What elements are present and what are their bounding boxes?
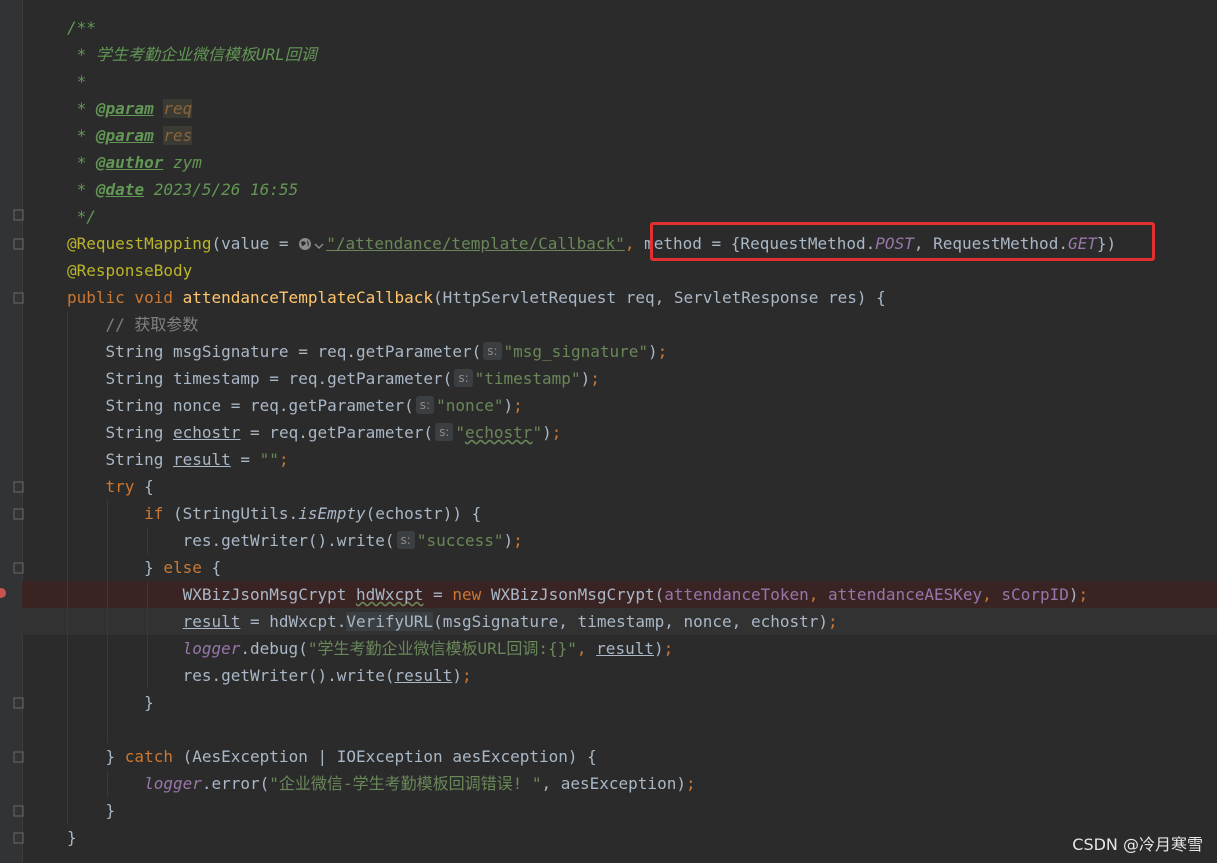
javadoc-close: */ [67,207,96,226]
code-line: if (StringUtils.isEmpty(echostr)) { [22,500,1217,527]
code-line: */ [22,203,1217,230]
code-line: } [22,797,1217,824]
code-line: } catch (AesException | IOException aesE… [22,743,1217,770]
code-line: String nonce = req.getParameter(s: "nonce… [22,392,1217,419]
code-line: @ResponseBody [22,257,1217,284]
javadoc-param-name: req [163,99,193,118]
code-line-request-mapping: @RequestMapping(value = "/attendance/tem… [22,230,1217,257]
code-line: /** [22,14,1217,41]
mapping-url[interactable]: "/attendance/template/Callback" [326,234,625,253]
breakpoint-icon[interactable] [0,588,6,598]
code-line: } else { [22,554,1217,581]
code-line: logger.error("企业微信-学生考勤模板回调错误! ", aesExc… [22,770,1217,797]
parameter-hint: s: [454,369,473,387]
code-line: } [22,689,1217,716]
watermark: CSDN @冷月寒雪 [1072,835,1203,854]
code-line-breakpoint: WXBizJsonMsgCrypt hdWxcpt = new WXBizJso… [22,581,1217,608]
code-line: * [22,68,1217,95]
code-line: res.getWriter().write(result); [22,662,1217,689]
javadoc-star: * [67,72,87,91]
javadoc-description: * 学生考勤企业微信模板URL回调 [67,45,317,64]
javadoc-date-tag: @date [95,180,145,199]
code-line [22,716,1217,743]
code-line: String timestamp = req.getParameter(s: "t… [22,365,1217,392]
code-line: } [67,828,77,847]
code-line: * @param req [67,99,193,118]
javadoc-author-tag: @author [95,153,164,172]
javadoc-param-tag: @param [95,99,154,118]
parameter-hint: s: [435,423,454,441]
chevron-down-icon[interactable] [314,232,324,259]
javadoc-param-name: res [163,126,193,145]
code-line: logger.debug("学生考勤企业微信模板URL回调:{}", resul… [22,635,1217,662]
code-line: res.getWriter().write(s: "success"); [22,527,1217,554]
parameter-hint: s: [396,531,415,549]
code-line: // 获取参数 [22,311,1217,338]
editor-gutter[interactable] [0,0,24,863]
response-body-annotation: @ResponseBody [67,261,193,280]
code-line: * @date 2023/5/26 16:55 [67,180,299,199]
method-name[interactable]: attendanceTemplateCallback [183,288,433,307]
code-line: * 学生考勤企业微信模板URL回调 [22,41,1217,68]
javadoc-author: zym [163,153,202,172]
code-line: String echostr = req.getParameter(s: "ech… [22,419,1217,446]
line-comment: // 获取参数 [105,315,199,334]
request-mapping-annotation: @RequestMapping [67,234,212,253]
mapping-method-attr: method = {RequestMethod.POST, RequestMet… [634,234,1117,253]
code-line-method-signature: public void attendanceTemplateCallback(H… [67,288,886,307]
code-line: * @param res [67,126,193,145]
code-editor[interactable]: /** * 学生考勤企业微信模板URL回调 * * @param req * @… [22,14,1217,851]
globe-icon[interactable] [298,232,312,259]
code-line: * @author zym [67,153,202,172]
code-line: try { [22,473,1217,500]
parameter-hint: s: [415,396,435,414]
code-line: String msgSignature = req.getParameter(s… [22,338,1217,365]
javadoc-open: /** [67,18,96,37]
code-line: String result = ""; [22,446,1217,473]
javadoc-date: 2023/5/26 16:55 [144,180,299,199]
parameter-hint: s: [483,342,502,360]
javadoc-param-tag: @param [95,126,154,145]
code-line-current: result = hdWxcpt.VerifyURL(msgSignature,… [22,608,1217,635]
